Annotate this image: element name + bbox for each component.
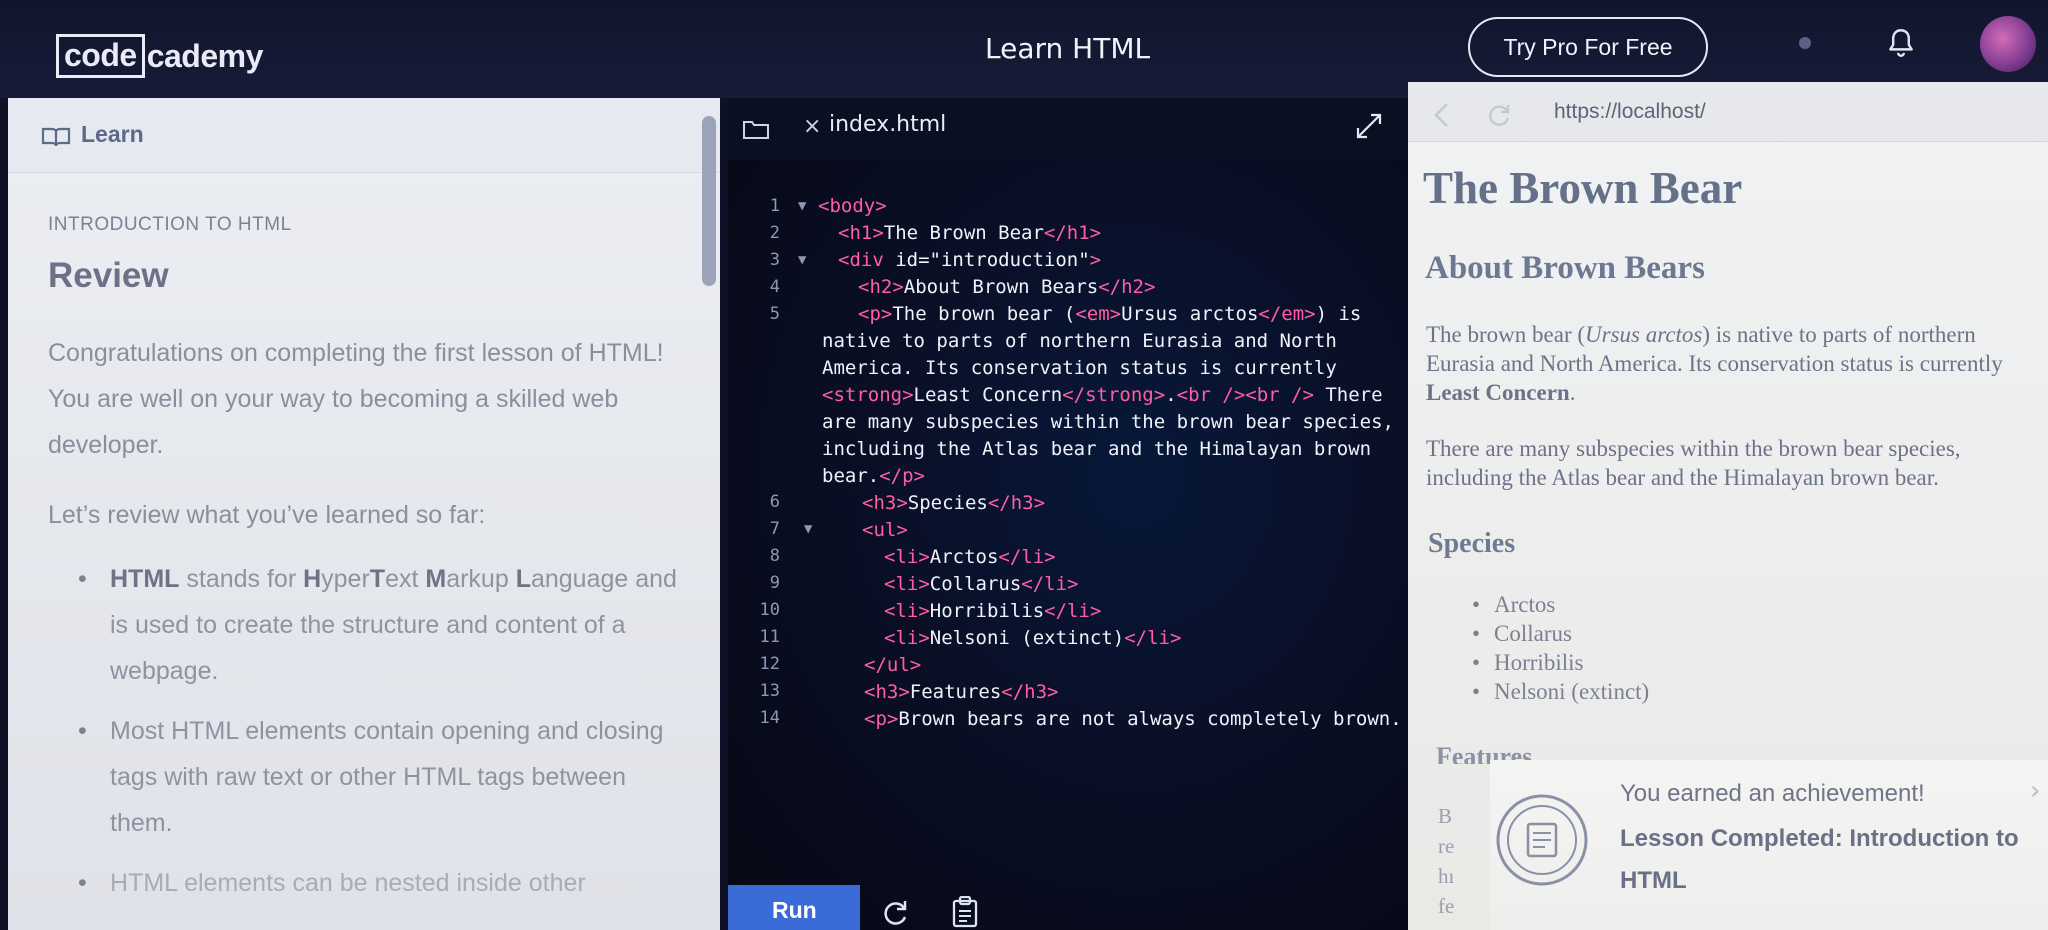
fold-arrow-icon[interactable]: ▼ [798, 198, 806, 214]
line-number: 9 [769, 573, 780, 593]
fold-arrow-icon[interactable]: ▼ [798, 252, 806, 268]
preview-text-fragment: hı [1438, 864, 1455, 888]
code-line: <p>Brown bears are not always completely… [864, 708, 1402, 730]
learn-panel: Learn INTRODUCTION TO HTML Review Congra… [8, 98, 720, 930]
line-number: 11 [759, 627, 780, 647]
code-line: <li>Arctos</li> [884, 546, 1056, 568]
preview-paragraph: There are many subspecies within the bro… [1426, 436, 1961, 490]
preview-text-fragment: B [1438, 804, 1453, 828]
run-button[interactable]: Run [728, 885, 860, 930]
learn-scrollbar[interactable] [702, 116, 716, 286]
expand-icon[interactable] [1353, 110, 1385, 142]
clipboard-icon[interactable] [952, 896, 978, 928]
file-tab-index[interactable]: index.html [829, 112, 946, 137]
fold-arrow-icon[interactable]: ▼ [804, 521, 812, 537]
list-item: HTML stands for HyperText Markup Languag… [78, 556, 678, 694]
achievement-toast[interactable]: You earned an achievement! Lesson Comple… [1490, 760, 2048, 930]
code-line: <h1>The Brown Bear</h1> [838, 222, 1102, 244]
line-number: 10 [759, 600, 780, 620]
list-item: Arctos [1472, 590, 1649, 619]
achievement-badge-icon [1496, 794, 1588, 886]
list-item: Nelsoni (extinct) [1472, 677, 1649, 706]
list-item: Collarus [1472, 619, 1649, 648]
preview-species-heading: Species [1428, 528, 1516, 559]
code-line: are many subspecies within the brown bea… [822, 411, 1394, 433]
code-line: <ul> [862, 519, 908, 541]
url-text[interactable]: https://localhost/ [1554, 100, 1706, 124]
code-line: America. Its conservation status is curr… [822, 357, 1337, 379]
code-line: <h2>About Brown Bears</h2> [858, 276, 1156, 298]
lesson-breadcrumb: INTRODUCTION TO HTML [48, 214, 292, 235]
reset-icon[interactable] [880, 898, 910, 928]
line-number: 1 [769, 196, 780, 216]
folder-icon[interactable] [742, 118, 770, 140]
preview-text-fragment: re [1438, 834, 1455, 858]
code-line: </ul> [864, 654, 922, 676]
code-line: <h3>Features</h3> [864, 681, 1059, 703]
course-title: Learn HTML [985, 32, 1151, 65]
preview-subheading: About Brown Bears [1425, 250, 1705, 286]
preview-text-fragment: fe [1438, 894, 1455, 918]
lesson-title: Review [48, 256, 169, 295]
review-lead: Let’s review what you’ve learned so far: [48, 501, 486, 529]
line-number: 6 [769, 492, 780, 512]
code-line: <div id="introduction"> [838, 249, 1102, 271]
preview-paragraph: The brown bear (Ursus arctos) is native … [1426, 322, 2003, 405]
preview-heading: The Brown Bear [1423, 163, 1743, 213]
list-item: Horribilis [1472, 648, 1649, 677]
back-icon[interactable] [1432, 102, 1450, 128]
learn-tab[interactable]: Learn [81, 121, 144, 148]
line-number: 8 [769, 546, 780, 566]
line-number: 13 [759, 681, 780, 701]
code-line: <li>Collarus</li> [884, 573, 1079, 595]
reload-icon[interactable] [1486, 102, 1512, 128]
try-pro-button[interactable]: Try Pro For Free [1468, 17, 1708, 77]
bell-icon[interactable] [1884, 26, 1918, 60]
code-line: <li>Nelsoni (extinct)</li> [884, 627, 1182, 649]
code-editor[interactable]: × index.html 1 2 3 4 5 6 7 8 9 10 11 12 … [728, 98, 1408, 930]
review-list: HTML stands for HyperText Markup Languag… [78, 556, 678, 920]
list-item: HTML elements can be nested inside other [78, 860, 678, 906]
line-number: 4 [769, 277, 780, 297]
codecademy-logo[interactable]: code cademy [56, 34, 263, 78]
book-icon [41, 127, 71, 147]
intro-paragraph: Congratulations on completing the first … [48, 339, 664, 459]
line-number: 14 [759, 708, 780, 728]
code-line: <li>Horribilis</li> [884, 600, 1102, 622]
line-number: 7 [769, 519, 780, 539]
chevron-right-icon[interactable]: › [2030, 776, 2040, 806]
line-number: 5 [769, 304, 780, 324]
preview-species-list: Arctos Collarus Horribilis Nelsoni (exti… [1472, 590, 1649, 706]
avatar[interactable] [1980, 16, 2036, 72]
code-line: <p>The brown bear (<em>Ursus arctos</em>… [858, 303, 1362, 325]
url-bar: https://localhost/ [1408, 82, 2048, 142]
toast-title: Lesson Completed: Introduction to HTML [1620, 825, 2019, 894]
code-line: <body> [818, 195, 887, 217]
line-number: 3 [769, 250, 780, 270]
code-line: including the Atlas bear and the Himalay… [822, 438, 1372, 460]
code-line: native to parts of northern Eurasia and … [822, 330, 1337, 352]
code-line: <strong>Least Concern</strong>.<br /><br… [822, 384, 1383, 406]
logo-code: code [56, 34, 145, 78]
line-number: 12 [759, 654, 780, 674]
line-number: 2 [769, 223, 780, 243]
status-dot-icon [1799, 37, 1811, 49]
toast-message: You earned an achievement! [1620, 780, 1925, 807]
code-line: <h3>Species</h3> [862, 492, 1046, 514]
code-line: bear.</p> [822, 465, 925, 487]
learn-panel-header: Learn [8, 98, 720, 173]
list-item: Most HTML elements contain opening and c… [78, 708, 678, 846]
close-tab-icon[interactable]: × [803, 114, 821, 139]
logo-cademy: cademy [146, 37, 264, 74]
editor-tab-bar: × index.html [728, 98, 1408, 160]
